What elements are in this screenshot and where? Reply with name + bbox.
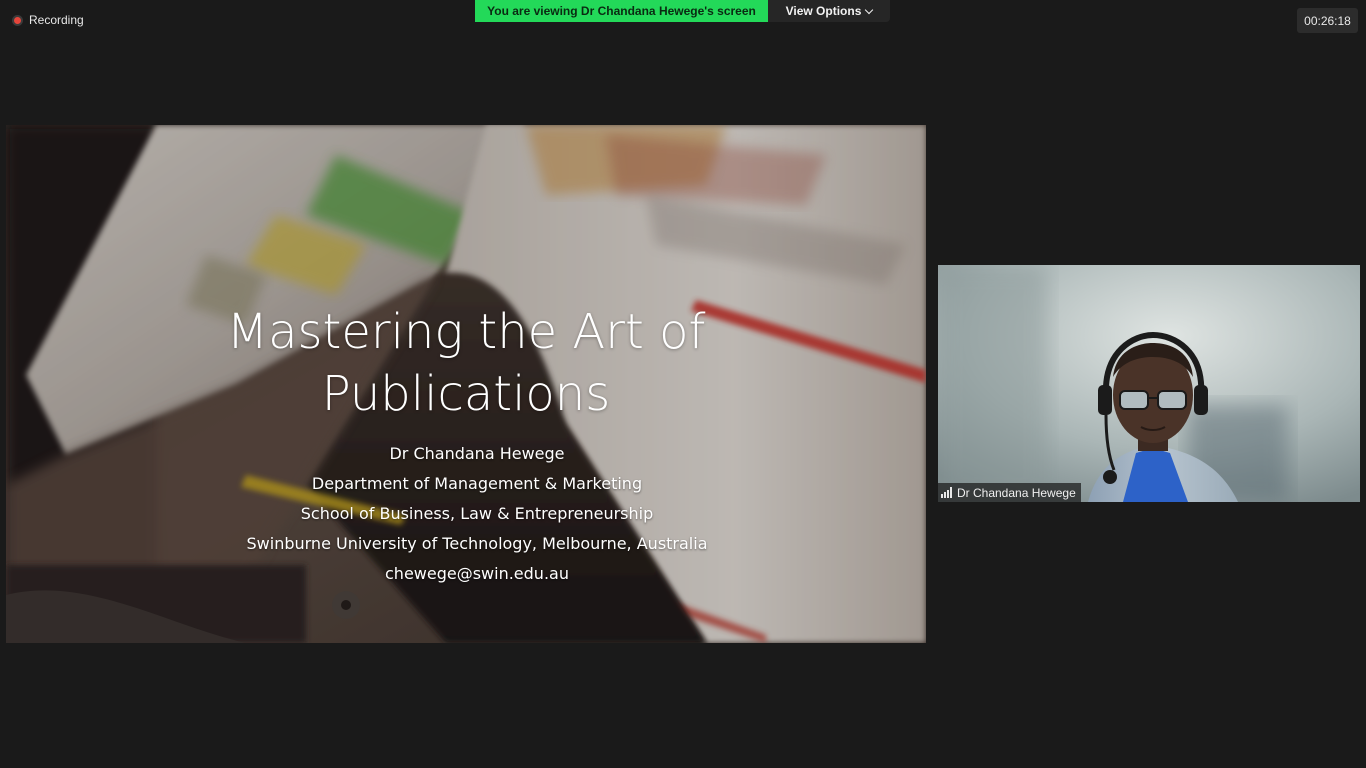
slide-presenter-name: Dr Chandana Hewege (389, 444, 565, 463)
recording-dot-icon (12, 14, 23, 26)
recording-indicator[interactable]: Recording (12, 12, 84, 28)
slide-title-line-1: Mastering the Art of (226, 304, 706, 360)
participant-name: Dr Chandana Hewege (957, 485, 1076, 500)
slide-university: Swinburne University of Technology, Melb… (246, 534, 708, 553)
participant-video-feed (938, 265, 1360, 502)
participant-name-tag: Dr Chandana Hewege (938, 483, 1081, 502)
slide-title-line-2: Publications (321, 366, 611, 422)
slide-author-details: Dr Chandana Hewege Department of Managem… (6, 439, 926, 589)
shared-screen[interactable]: Mastering the Art of Publications Dr Cha… (6, 125, 926, 643)
participant-video-tile[interactable]: Dr Chandana Hewege (938, 265, 1360, 502)
chevron-down-icon (865, 5, 874, 14)
slide-title: Mastering the Art of Publications (6, 301, 926, 425)
recording-label: Recording (29, 13, 84, 27)
slide-department: Department of Management & Marketing (311, 474, 643, 493)
view-options-label: View Options (785, 4, 862, 18)
slide-email: chewege@swin.edu.au (385, 564, 569, 583)
slide-school: School of Business, Law & Entrepreneursh… (300, 504, 654, 523)
meeting-timer: 00:26:18 (1297, 8, 1358, 33)
meeting-window: Recording You are viewing Dr Chandana He… (0, 0, 1366, 768)
viewing-screen-banner: You are viewing Dr Chandana Hewege's scr… (475, 0, 768, 22)
signal-strength-icon (941, 487, 952, 498)
viewing-banner-text: You are viewing Dr Chandana Hewege's scr… (487, 4, 756, 18)
view-options-button[interactable]: View Options (768, 0, 890, 22)
timer-text: 00:26:18 (1304, 13, 1351, 28)
